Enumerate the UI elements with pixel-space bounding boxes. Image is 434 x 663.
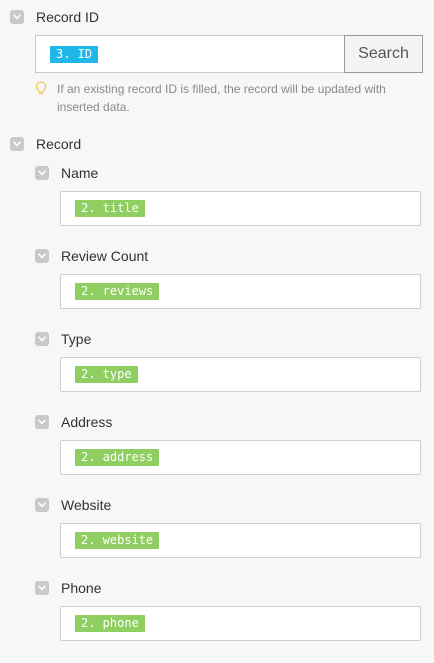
chevron-down-icon[interactable]	[35, 166, 49, 180]
field-label: Review Count	[61, 248, 149, 264]
field-header-review-count[interactable]: Review Count	[35, 246, 148, 266]
chevron-down-icon[interactable]	[10, 10, 24, 24]
mapped-value-pill[interactable]: 2. reviews	[75, 283, 160, 300]
field-label: Name	[61, 165, 99, 181]
lightbulb-icon	[35, 80, 47, 116]
chevron-down-icon[interactable]	[35, 249, 49, 263]
field-input-website[interactable]: 2. website	[60, 523, 421, 558]
chevron-down-icon[interactable]	[35, 498, 49, 512]
mapped-value-pill[interactable]: 2. phone	[75, 615, 145, 632]
chevron-down-icon[interactable]	[35, 581, 49, 595]
field-label: Website	[61, 497, 112, 513]
record-form: Record ID 3. ID Search If an existing re…	[0, 0, 434, 663]
field-header-address[interactable]: Address	[35, 412, 112, 432]
chevron-down-icon[interactable]	[35, 332, 49, 346]
mapped-value-pill[interactable]: 2. website	[75, 532, 160, 549]
record-id-pill[interactable]: 3. ID	[50, 45, 99, 63]
chevron-down-icon[interactable]	[10, 137, 24, 151]
record-id-header[interactable]: Record ID	[10, 7, 99, 27]
field-label: Type	[61, 331, 92, 347]
field-header-website[interactable]: Website	[35, 495, 111, 515]
field-label: Address	[61, 414, 113, 430]
record-id-label: Record ID	[36, 9, 100, 25]
chevron-down-icon[interactable]	[35, 415, 49, 429]
mapped-value-pill[interactable]: 2. address	[75, 449, 160, 466]
field-input-phone[interactable]: 2. phone	[60, 606, 421, 641]
field-header-name[interactable]: Name	[35, 163, 98, 183]
record-label: Record	[36, 136, 82, 152]
record-id-row: 3. ID Search	[35, 35, 423, 73]
record-id-input[interactable]: 3. ID	[35, 35, 344, 73]
mapped-value-pill[interactable]: 2. type	[75, 366, 138, 383]
field-label: Phone	[61, 580, 102, 596]
mapped-value-pill[interactable]: 2. title	[75, 200, 145, 217]
field-input-address[interactable]: 2. address	[60, 440, 421, 475]
record-id-hint: If an existing record ID is filled, the …	[35, 80, 425, 116]
field-header-phone[interactable]: Phone	[35, 578, 101, 598]
field-input-review-count[interactable]: 2. reviews	[60, 274, 421, 309]
field-header-type[interactable]: Type	[35, 329, 91, 349]
field-input-name[interactable]: 2. title	[60, 191, 421, 226]
search-button[interactable]: Search	[344, 35, 423, 73]
field-input-type[interactable]: 2. type	[60, 357, 421, 392]
record-header[interactable]: Record	[10, 134, 81, 154]
hint-text: If an existing record ID is filled, the …	[57, 82, 386, 114]
